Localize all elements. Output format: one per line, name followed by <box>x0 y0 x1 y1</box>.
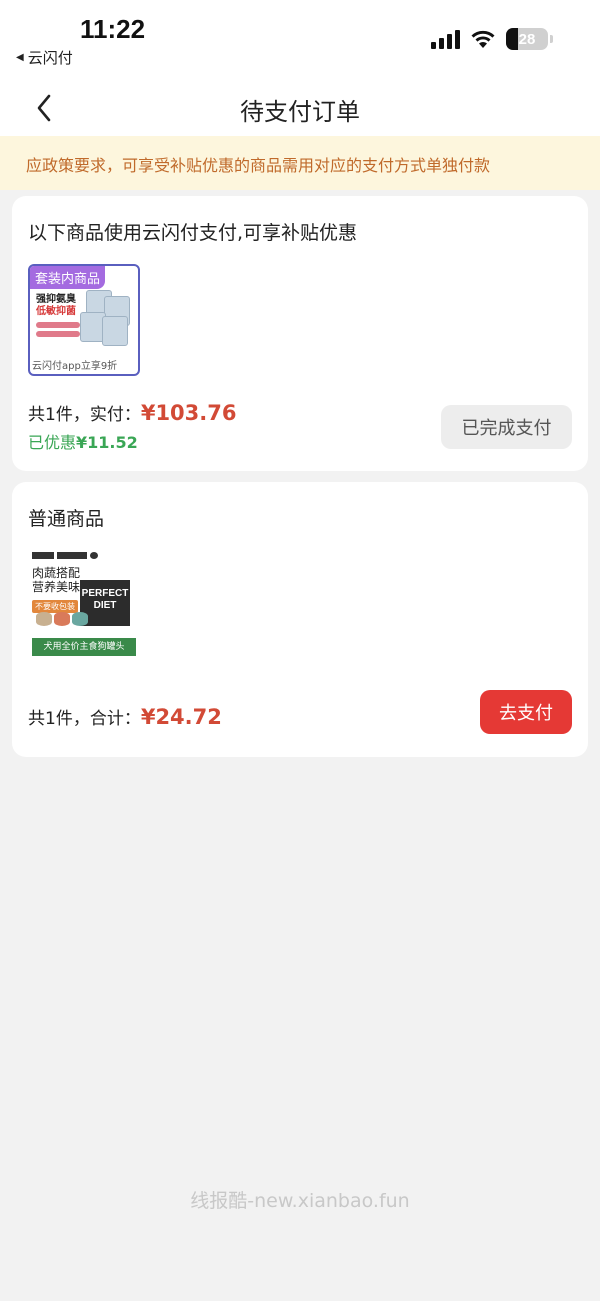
product-thumbnail[interactable]: 肉蔬搭配 营养美味 不要收包装 PERFECT DIET 犬用全价主食狗罐头 <box>28 550 140 662</box>
discount-info: 已优惠¥11.52 <box>28 429 138 453</box>
pay-button[interactable]: 去支付 <box>480 690 572 734</box>
order-summary: 共1件，合计：¥24.72 <box>28 704 222 729</box>
product-art-subtitle: 低敏抑菌 <box>36 306 76 317</box>
regular-order-card: 普通商品 肉蔬搭配 营养美味 不要收包装 PERFECT DIET 犬用全价主食… <box>12 482 588 757</box>
bundle-item-tag: 套装内商品 <box>30 266 106 289</box>
product-cans <box>36 612 88 626</box>
battery-icon: 28 <box>506 28 553 50</box>
battery-level: 28 <box>518 30 536 48</box>
brand-logos <box>32 552 132 562</box>
product-strip: 犬用全价主食狗罐头 <box>32 638 136 656</box>
order-group-title: 以下商品使用云闪付支付,可享补贴优惠 <box>28 222 358 244</box>
page-title: 待支付订单 <box>240 98 360 126</box>
nav-bar: 待支付订单 <box>0 80 600 136</box>
back-to-app-link[interactable]: ◀ 云闪付 <box>16 47 73 68</box>
discount-value: ¥11.52 <box>76 433 138 452</box>
back-triangle-icon: ◀ <box>16 52 24 63</box>
payment-completed-button[interactable]: 已完成支付 <box>441 405 572 449</box>
subsidy-order-card: 以下商品使用云闪付支付,可享补贴优惠 强抑氨臭 低敏抑菌 套装内商品 云闪付ap… <box>12 196 588 471</box>
product-art-title: 强抑氨臭 <box>36 294 76 305</box>
wifi-icon <box>471 30 495 48</box>
product-art-text: 肉蔬搭配 营养美味 <box>32 566 81 594</box>
product-thumbnail[interactable]: 强抑氨臭 低敏抑菌 套装内商品 云闪付app立享9折 <box>28 264 140 376</box>
cellular-signal-icon <box>431 29 460 49</box>
back-app-label: 云闪付 <box>27 49 73 67</box>
policy-notice-banner: 应政策要求，可享受补贴优惠的商品需用对应的支付方式单独付款 <box>0 136 600 190</box>
summary-label: 共1件，合计： <box>28 709 141 729</box>
total-price: ¥24.72 <box>140 705 222 729</box>
discount-label: 已优惠 <box>28 433 77 452</box>
status-time: 11:22 <box>80 14 146 44</box>
watermark-text: 线报酷-new.xianbao.fun <box>190 1190 410 1212</box>
thumbnail-caption: 云闪付app立享9折 <box>32 357 118 372</box>
order-group-title: 普通商品 <box>28 508 105 530</box>
paid-price: ¥103.76 <box>140 401 237 425</box>
status-bar: 11:22 ◀ 云闪付 28 <box>0 0 600 80</box>
summary-label: 共1件，实付： <box>28 405 141 425</box>
system-icons: 28 <box>431 28 553 50</box>
product-image: 强抑氨臭 低敏抑菌 <box>36 290 132 350</box>
order-summary: 共1件，实付：¥103.76 <box>28 400 236 425</box>
